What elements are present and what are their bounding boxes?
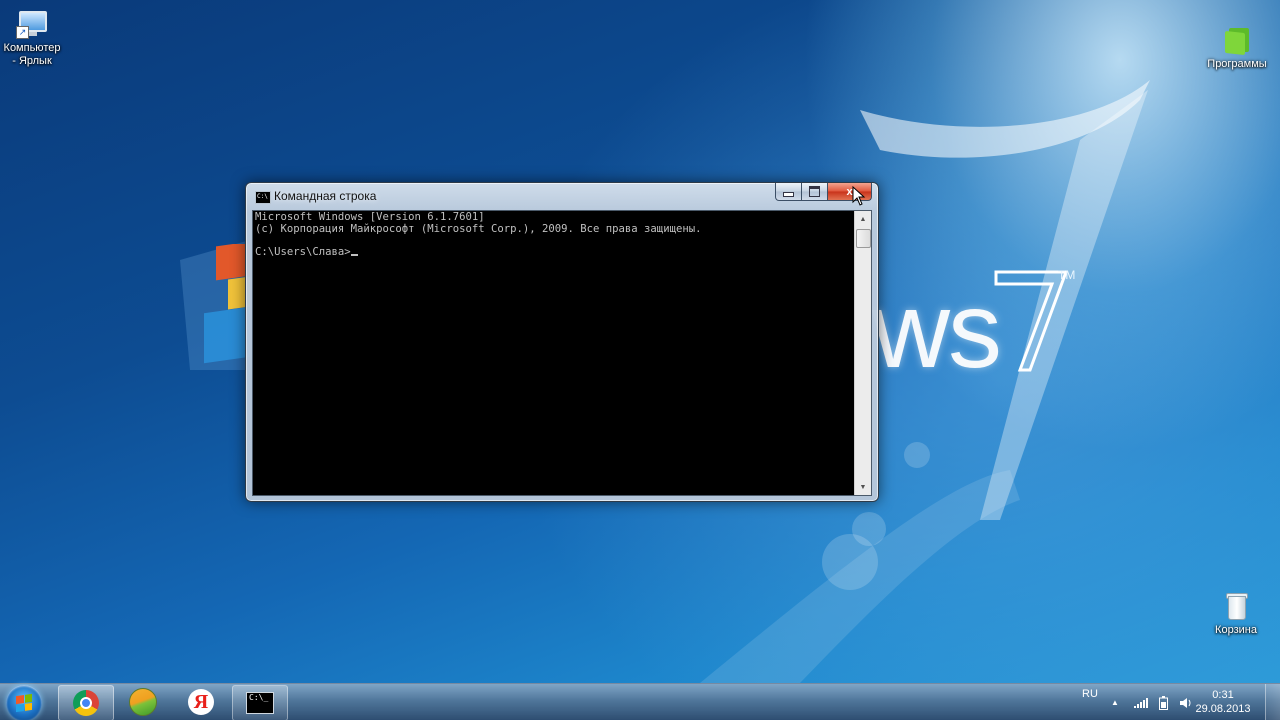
recycle-bin-icon: [1220, 590, 1252, 622]
desktop-icon-label: Корзина: [1215, 624, 1257, 636]
maximize-button[interactable]: [802, 183, 828, 201]
console-line: Microsoft Windows [Version 6.1.7601]: [255, 212, 485, 223]
desktop-icon-label: - Ярлык: [12, 55, 52, 67]
taskbar: Я C:\_ RU ▲ 0:31 29.08.2013: [0, 683, 1280, 720]
minimize-icon: [783, 192, 794, 197]
taskbar-chrome-button[interactable]: [58, 685, 114, 720]
yandex-icon: Я: [188, 689, 214, 715]
wallpaper-bubble: [852, 512, 886, 546]
windows-logo-flag: [186, 244, 250, 368]
window-title: Командная строка: [274, 189, 377, 203]
console-output[interactable]: Microsoft Windows [Version 6.1.7601] (c) …: [255, 212, 853, 494]
battery-icon[interactable]: [1156, 684, 1170, 720]
console-prompt-line: C:\Users\Слава>: [255, 245, 853, 259]
maximize-icon: [809, 186, 820, 197]
windows-flag-icon: [16, 693, 32, 713]
wallpaper-windows-text: ws: [872, 269, 1002, 390]
ball-app-icon: [129, 688, 157, 716]
minimize-button[interactable]: [775, 183, 802, 201]
show-desktop-button[interactable]: [1265, 684, 1280, 720]
wallpaper-seven: [994, 270, 1069, 372]
console-prompt: C:\Users\Слава>: [255, 245, 351, 258]
taskbar-yandex-button[interactable]: Я: [174, 685, 228, 719]
scroll-down-arrow-icon[interactable]: ▼: [855, 479, 871, 495]
language-indicator[interactable]: RU: [1078, 675, 1102, 712]
mouse-pointer-icon: [852, 186, 866, 206]
desktop-icon-recycle-bin[interactable]: Корзина: [1201, 590, 1271, 637]
desktop-icon-computer[interactable]: ↗ Компьютер - Ярлык: [0, 8, 67, 68]
scroll-up-arrow-icon[interactable]: ▲: [855, 211, 871, 227]
green-folder-icon: [1221, 24, 1253, 56]
taskbar-ball-app-button[interactable]: [116, 685, 170, 719]
cmd-icon: C:\_: [246, 692, 274, 714]
console-area[interactable]: Microsoft Windows [Version 6.1.7601] (c) …: [252, 210, 872, 496]
cmd-icon: C:\: [255, 191, 271, 204]
text-cursor: [350, 253, 358, 256]
network-icon[interactable]: [1132, 684, 1150, 720]
taskbar-cmd-button[interactable]: C:\_: [232, 685, 288, 720]
console-line: (c) Корпорация Майкрософт (Microsoft Cor…: [255, 222, 702, 235]
start-button[interactable]: [6, 685, 42, 720]
show-hidden-icons-icon[interactable]: ▲: [1108, 684, 1122, 720]
clock-date: 29.08.2013: [1195, 703, 1251, 715]
clock[interactable]: 0:31 29.08.2013: [1188, 688, 1258, 716]
desktop-icon-programs[interactable]: Программы: [1202, 24, 1272, 71]
cmd-window[interactable]: C:\ Командная строка x Microsoft Windows…: [245, 182, 879, 502]
computer-shortcut-icon: ↗: [16, 8, 48, 40]
chrome-icon: [73, 690, 99, 716]
desktop-icon-label: Компьютер: [3, 42, 61, 54]
clock-time: 0:31: [1212, 689, 1234, 701]
desktop-icon-label: Программы: [1207, 58, 1267, 70]
desktop[interactable]: ws TM ↗ Компьютер - Ярлык Программы Корз…: [0, 0, 1280, 683]
scroll-thumb[interactable]: [856, 229, 871, 248]
wallpaper-bubble: [904, 442, 930, 468]
vertical-scrollbar[interactable]: ▲ ▼: [854, 211, 871, 495]
wallpaper-tm: TM: [1058, 268, 1076, 282]
